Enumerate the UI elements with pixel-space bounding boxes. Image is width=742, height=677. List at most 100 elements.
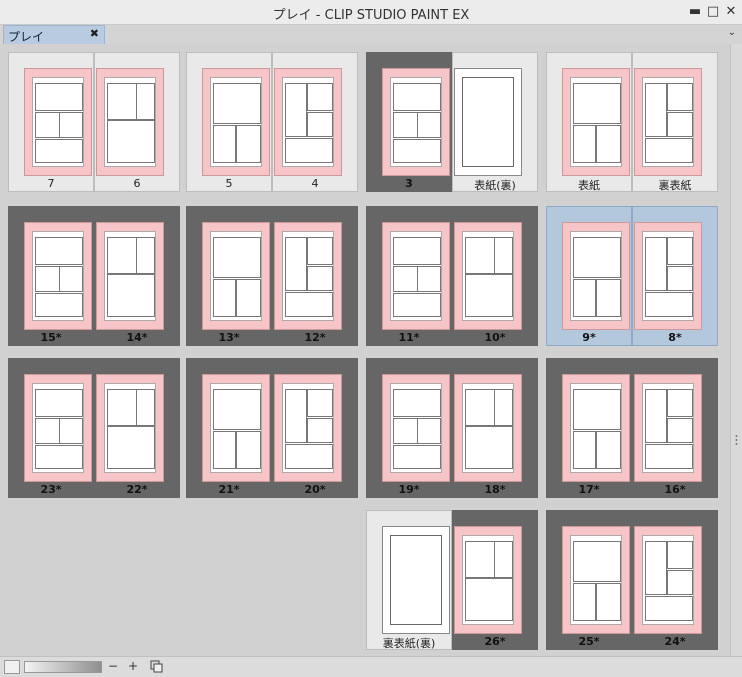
page-thumbnail[interactable]	[96, 222, 164, 330]
page-thumbnail[interactable]	[274, 68, 342, 176]
page-thumbnail[interactable]	[454, 68, 522, 176]
page-thumbnail[interactable]	[202, 68, 270, 176]
page-thumbnail[interactable]	[96, 374, 164, 482]
page-spread[interactable]: 21* 20*	[186, 358, 358, 498]
scroll-grip-icon[interactable]	[733, 430, 740, 450]
page-frame	[641, 383, 695, 473]
comic-panel	[393, 139, 441, 164]
page-number-label: 6	[133, 177, 141, 190]
page-frame	[281, 231, 335, 321]
comic-panel	[393, 111, 418, 138]
comic-panel	[465, 578, 513, 622]
page-thumbnail[interactable]	[454, 374, 522, 482]
page-thumbnail[interactable]	[274, 374, 342, 482]
page-spread[interactable]: 裏表紙(裏) 26*	[366, 510, 538, 650]
page-number-label: 表紙(裏)	[474, 179, 516, 192]
page-thumbnail[interactable]	[274, 222, 342, 330]
comic-panel	[494, 236, 513, 274]
page-spread[interactable]: 25* 24*	[546, 510, 718, 650]
page-manager-view[interactable]: 7 6 5 4 3 表紙(裏) 表紙 裏表紙 15* 14* 13* 12* 11* 10* 9* 8* 23*…	[0, 44, 730, 656]
zoom-slider[interactable]	[24, 661, 102, 673]
page-frame	[389, 77, 443, 167]
page-thumbnail[interactable]	[382, 526, 450, 634]
page-thumbnail[interactable]	[562, 374, 630, 482]
tab-play[interactable]: プレイ ✖	[3, 25, 105, 45]
page-thumbnail[interactable]	[96, 68, 164, 176]
page-spread[interactable]: 23* 22*	[8, 358, 180, 498]
chevron-down-icon[interactable]: ⌄	[728, 27, 736, 38]
comic-panel	[107, 274, 155, 318]
comic-panel	[645, 443, 693, 470]
comic-panel	[573, 430, 597, 470]
page-number-label: 21*	[218, 483, 240, 496]
comic-panel	[645, 236, 668, 292]
comic-panel	[666, 540, 693, 569]
page-thumbnail[interactable]	[634, 222, 702, 330]
page-thumbnail[interactable]	[454, 526, 522, 634]
page-thumbnail[interactable]	[382, 374, 450, 482]
zoom-out-button[interactable]: −	[108, 659, 118, 673]
page-frame	[389, 231, 443, 321]
minimize-icon[interactable]: ▬	[686, 3, 704, 21]
page-spread[interactable]: 表紙 裏表紙	[546, 52, 718, 192]
comic-panel	[465, 540, 496, 578]
comic-panel	[465, 388, 496, 426]
page-number-label: 26*	[484, 635, 506, 648]
maximize-icon[interactable]: □	[704, 3, 722, 21]
comic-panel	[107, 236, 138, 274]
vertical-scrollbar[interactable]	[730, 44, 742, 656]
page-spread[interactable]: 15* 14*	[8, 206, 180, 346]
title-bar: プレイ - CLIP STUDIO PAINT EX ▬ □ ✕	[0, 0, 742, 25]
comic-panel	[59, 265, 83, 292]
page-frame	[31, 77, 85, 167]
page-thumbnail[interactable]	[454, 222, 522, 330]
close-icon[interactable]: ✕	[722, 3, 740, 21]
page-number-label: 22*	[126, 483, 148, 496]
page-frame	[641, 231, 695, 321]
page-number-label: 14*	[126, 331, 148, 344]
page-spread[interactable]: 76	[8, 52, 180, 192]
page-thumbnail[interactable]	[634, 68, 702, 176]
comic-panel	[213, 236, 261, 278]
page-thumbnail[interactable]	[382, 222, 450, 330]
fit-view-icon[interactable]	[150, 660, 163, 673]
tab-close-icon[interactable]: ✖	[90, 27, 99, 40]
comic-panel	[666, 82, 693, 111]
comic-panel	[417, 111, 441, 138]
page-frame	[569, 383, 623, 473]
comic-panel	[666, 236, 693, 265]
page-spread[interactable]: 13* 12*	[186, 206, 358, 346]
comic-panel	[573, 582, 597, 622]
page-thumbnail[interactable]	[202, 374, 270, 482]
page-thumbnail[interactable]	[24, 222, 92, 330]
page-frame	[389, 535, 443, 625]
page-thumbnail[interactable]	[24, 68, 92, 176]
comic-panel	[107, 120, 155, 164]
page-number-label: 表紙	[578, 179, 600, 192]
page-spread[interactable]: 54	[186, 52, 358, 192]
page-spread[interactable]: 3 表紙(裏)	[366, 52, 538, 192]
comic-panel	[393, 82, 441, 111]
comic-panel	[494, 388, 513, 426]
page-thumbnail[interactable]	[202, 222, 270, 330]
page-thumbnail[interactable]	[382, 68, 450, 176]
page-thumbnail[interactable]	[562, 68, 630, 176]
thumbnail-toggle-icon[interactable]	[4, 660, 20, 674]
page-spread[interactable]: 9* 8*	[546, 206, 718, 346]
page-spread[interactable]: 19* 18*	[366, 358, 538, 498]
page-frame	[103, 77, 157, 167]
comic-panel	[213, 430, 237, 470]
zoom-in-button[interactable]: +	[128, 659, 138, 673]
comic-panel	[213, 388, 261, 430]
page-spread[interactable]: 17* 16*	[546, 358, 718, 498]
page-thumbnail[interactable]	[634, 526, 702, 634]
page-thumbnail[interactable]	[562, 526, 630, 634]
comic-panel	[236, 430, 261, 470]
page-spread[interactable]: 11* 10*	[366, 206, 538, 346]
comic-panel	[107, 426, 155, 470]
page-thumbnail[interactable]	[24, 374, 92, 482]
page-thumbnail[interactable]	[562, 222, 630, 330]
comic-panel	[306, 111, 333, 138]
comic-panel	[393, 236, 441, 265]
page-thumbnail[interactable]	[634, 374, 702, 482]
